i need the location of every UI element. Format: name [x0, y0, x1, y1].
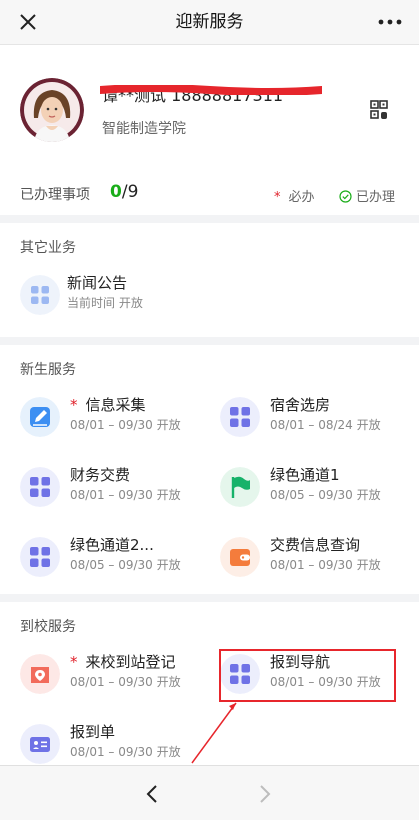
legend-done: 已办理 [339, 186, 395, 205]
id-card-icon [20, 724, 60, 764]
item-sub: 当前时间 开放 [67, 296, 143, 310]
item-label: 新闻公告 [67, 274, 128, 292]
item-sub: 08/05 – 09/30 开放 [70, 558, 181, 572]
page-title: 迎新服务 [175, 12, 244, 32]
item-label-text: 信息采集 [85, 396, 146, 414]
section-title: 新生服务 [20, 362, 76, 378]
item-sub: 08/05 – 09/30 开放 [270, 488, 381, 502]
chevron-left-icon[interactable] [141, 782, 165, 806]
other-section: 其它业务 新闻公告 当前时间 开放 [0, 223, 419, 337]
grid-icon [220, 397, 260, 437]
item-sub: 08/01 – 09/30 开放 [70, 675, 181, 689]
flag-icon [220, 467, 260, 507]
item-sub: 08/01 – 09/30 开放 [70, 488, 181, 502]
grid-icon [20, 275, 60, 315]
chevron-right-icon[interactable] [252, 782, 276, 806]
edit-icon [20, 397, 60, 437]
item-sub: 08/01 – 09/30 开放 [70, 418, 181, 432]
section-title: 到校服务 [20, 619, 76, 635]
profile-card: 谭**测试 18888817311 智能制造学院 已办理事项 0/9 * 必办 已… [0, 45, 419, 215]
item-label: 报到单 [70, 723, 116, 741]
item-label: 绿色通道1 [270, 466, 340, 484]
item-label-text: 来校到站登记 [85, 653, 176, 671]
item-sub: 08/01 – 09/30 开放 [70, 745, 181, 759]
item-label: 宿舍选房 [270, 396, 331, 414]
qr-icon[interactable] [370, 100, 388, 120]
redaction-mark [100, 85, 322, 95]
newstudent-section: 新生服务 * 信息采集 08/01 – 09/30 开放 宿舍选房 08/01 –… [0, 345, 419, 594]
item-label: * 来校到站登记 [70, 651, 176, 672]
section-title: 其它业务 [20, 240, 76, 256]
item-label: 交费信息查询 [270, 536, 361, 554]
total-number: /9 [121, 182, 139, 202]
avatar[interactable] [20, 78, 84, 142]
highlight-box [219, 649, 396, 702]
item-label: 财务交费 [70, 466, 131, 484]
legend-required-label: 必办 [288, 190, 315, 205]
user-school: 智能制造学院 [102, 121, 186, 137]
done-label: 已办理事项 [20, 187, 90, 203]
legend-done-label: 已办理 [356, 190, 396, 205]
grid-icon [20, 467, 60, 507]
more-icon[interactable] [373, 8, 407, 36]
item-label: * 信息采集 [70, 394, 146, 415]
bottom-nav [0, 765, 419, 820]
title-bar: 迎新服务 [0, 0, 419, 45]
item-sub: 08/01 – 08/24 开放 [270, 418, 381, 432]
wallet-icon [220, 537, 260, 577]
required-mark: * [70, 396, 78, 414]
check-circle-icon [339, 190, 352, 203]
map-pin-icon [20, 654, 60, 694]
required-mark: * [70, 653, 78, 671]
item-sub: 08/01 – 09/30 开放 [270, 558, 381, 572]
required-mark: * [274, 190, 281, 205]
legend-required: * 必办 [274, 186, 315, 205]
done-number: 0 [110, 182, 122, 202]
grid-icon [20, 537, 60, 577]
done-count: 0/9 [110, 182, 138, 202]
item-label: 绿色通道2... [70, 536, 154, 554]
